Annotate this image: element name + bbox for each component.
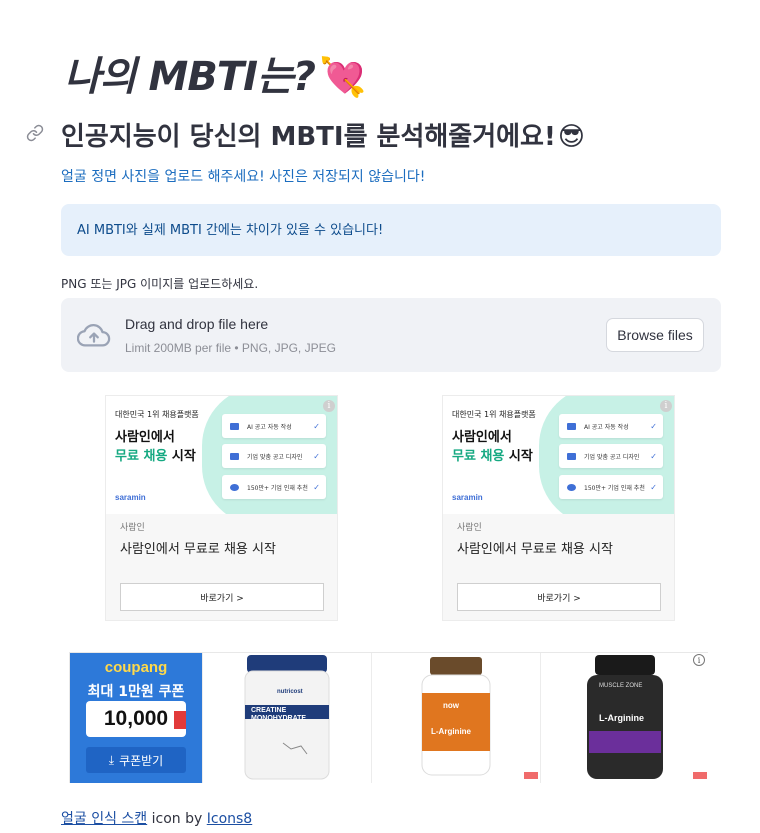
ad-headline-rest: 시작 xyxy=(504,449,533,464)
ad-feature-label: 기업 맞춤 공고 디자인 xyxy=(247,453,303,461)
ad-banner[interactable]: 대한민국 1위 채용플랫폼 사람인에서 무료 채용 시작 saramin AI … xyxy=(106,396,337,514)
ad-tagline: 대한민국 1위 채용플랫폼 xyxy=(115,410,199,419)
ad-headline-highlight: 무료 채용 xyxy=(452,449,505,464)
uploader-label: PNG 또는 JPG 이미지를 업로드하세요. xyxy=(61,277,259,291)
ad-advertiser: 사람인 xyxy=(120,523,145,533)
page-title: 나의 MBTI는? 💘 xyxy=(64,44,366,102)
ad-headline-rest: 시작 xyxy=(167,449,196,464)
ad-feature-label: AI 공고 자동 작성 xyxy=(584,423,629,431)
page-title-text: 나의 MBTI는? xyxy=(64,54,316,100)
coupon-panel[interactable]: coupang 최대 1만원 쿠폰 10,000 ⤓ 쿠폰받기 xyxy=(70,653,202,783)
ad-cta-button[interactable]: 바로가기 > xyxy=(120,583,324,611)
document-icon xyxy=(567,422,576,430)
browse-files-button[interactable]: Browse files xyxy=(606,318,704,352)
face-scan-icon-link[interactable]: 얼굴 인식 스캔 xyxy=(61,811,147,827)
attribution-text: icon by xyxy=(147,811,207,827)
coupon-amount: 10,000 xyxy=(86,701,186,737)
product-tile[interactable]: nutricost CREATINE MONOHYDRATE xyxy=(202,653,371,783)
cloud-upload-icon xyxy=(77,324,111,347)
product-brand: now xyxy=(443,701,459,710)
ad-feature-card: 150만+ 기업 인재 추천 ✓ xyxy=(222,475,326,499)
ad-headline-line1: 사람인에서 xyxy=(115,430,175,445)
ad-brand-logo: saramin xyxy=(115,493,146,502)
ad-feature-card: AI 공고 자동 작성 ✓ xyxy=(222,414,326,438)
ad-advertiser: 사람인 xyxy=(457,523,482,533)
ad-headline-line1: 사람인에서 xyxy=(452,430,512,445)
get-coupon-label: 쿠폰받기 xyxy=(119,753,164,768)
ad-marker xyxy=(693,772,707,779)
file-dropzone[interactable]: Drag and drop file here Limit 200MB per … xyxy=(61,298,721,372)
coupang-ad[interactable]: coupang 최대 1만원 쿠폰 10,000 ⤓ 쿠폰받기 nutricost… xyxy=(69,652,709,783)
info-alert-text: AI MBTI와 실제 MBTI 간에는 차이가 있을 수 있습니다! xyxy=(77,223,384,238)
get-coupon-button[interactable]: ⤓ 쿠폰받기 xyxy=(86,747,186,773)
check-icon: ✓ xyxy=(650,421,657,431)
ad-feature-card: 기업 맞춤 공고 디자인 ✓ xyxy=(222,444,326,468)
display-ad[interactable]: 대한민국 1위 채용플랫폼 사람인에서 무료 채용 시작 saramin AI … xyxy=(105,395,338,621)
ad-feature-label: 기업 맞춤 공고 디자인 xyxy=(584,453,640,461)
product-name: CREATINE MONOHYDRATE xyxy=(251,707,307,722)
check-icon: ✓ xyxy=(650,482,657,492)
check-icon: ✓ xyxy=(313,482,320,492)
ad-banner[interactable]: 대한민국 1위 채용플랫폼 사람인에서 무료 채용 시작 saramin AI … xyxy=(443,396,674,514)
product-brand: nutricost xyxy=(277,689,303,695)
ad-tagline: 대한민국 1위 채용플랫폼 xyxy=(452,410,536,419)
ad-brand-logo: saramin xyxy=(452,493,483,502)
sunglasses-emoji-icon: 😎 xyxy=(557,122,585,152)
coupon-ticket-edge xyxy=(174,711,186,729)
ad-title[interactable]: 사람인에서 무료로 채용 시작 xyxy=(457,538,613,557)
check-icon: ✓ xyxy=(650,451,657,461)
ad-cta-button[interactable]: 바로가기 > xyxy=(457,583,661,611)
ad-feature-label: AI 공고 자동 작성 xyxy=(247,423,292,431)
ad-marker xyxy=(524,772,538,779)
page-subtitle: 인공지능이 당신의 MBTI를 분석해줄거에요!😎 xyxy=(61,116,585,153)
product-tile[interactable]: now L-Arginine xyxy=(371,653,540,783)
ad-headline-highlight: 무료 채용 xyxy=(115,449,168,464)
attribution: 얼굴 인식 스캔 icon by Icons8 xyxy=(61,808,252,828)
dropzone-limit: Limit 200MB per file • PNG, JPG, JPEG xyxy=(125,341,336,355)
page-subtitle-text: 인공지능이 당신의 MBTI를 분석해줄거에요! xyxy=(61,122,556,152)
edit-icon xyxy=(230,452,239,460)
ad-feature-card: AI 공고 자동 작성 ✓ xyxy=(559,414,663,438)
product-name: L-Arginine xyxy=(431,727,471,736)
ad-info-icon[interactable]: i xyxy=(660,400,672,412)
ad-info-icon[interactable]: i xyxy=(323,400,335,412)
check-icon: ✓ xyxy=(313,421,320,431)
info-alert: AI MBTI와 실제 MBTI 간에는 차이가 있을 수 있습니다! xyxy=(61,204,721,256)
coupang-logo: coupang xyxy=(104,659,168,676)
product-brand: MUSCLE ZONE xyxy=(599,683,643,689)
ad-feature-label: 150만+ 기업 인재 추천 xyxy=(247,484,308,492)
display-ad[interactable]: 대한민국 1위 채용플랫폼 사람인에서 무료 채용 시작 saramin AI … xyxy=(442,395,675,621)
person-icon xyxy=(230,483,239,491)
dropzone-instructions: Drag and drop file here xyxy=(125,316,269,332)
ad-feature-label: 150만+ 기업 인재 추천 xyxy=(584,484,645,492)
ad-feature-card: 150만+ 기업 인재 추천 ✓ xyxy=(559,475,663,499)
document-icon xyxy=(230,422,239,430)
ad-headline-line2: 무료 채용 시작 xyxy=(452,445,533,464)
ad-title[interactable]: 사람인에서 무료로 채용 시작 xyxy=(120,538,276,557)
arginine-bottle-image xyxy=(421,657,491,776)
ad-feature-card: 기업 맞춤 공고 디자인 ✓ xyxy=(559,444,663,468)
product-name: L-Arginine xyxy=(599,713,644,723)
description-text: 얼굴 정면 사진을 업로드 해주세요! 사진은 저장되지 않습니다! xyxy=(61,169,426,185)
ad-info-icon[interactable]: i xyxy=(693,654,705,666)
product-tile[interactable]: MUSCLE ZONE L-Arginine xyxy=(540,653,709,783)
person-icon xyxy=(567,483,576,491)
coupon-offer-text: 최대 1만원 쿠폰 xyxy=(87,684,185,700)
check-icon: ✓ xyxy=(313,451,320,461)
download-icon: ⤓ xyxy=(108,752,115,767)
link-icon[interactable] xyxy=(26,124,44,142)
icons8-link[interactable]: Icons8 xyxy=(207,811,252,827)
heart-emoji-icon: 💘 xyxy=(319,55,366,99)
edit-icon xyxy=(567,452,576,460)
ad-headline-line2: 무료 채용 시작 xyxy=(115,445,196,464)
